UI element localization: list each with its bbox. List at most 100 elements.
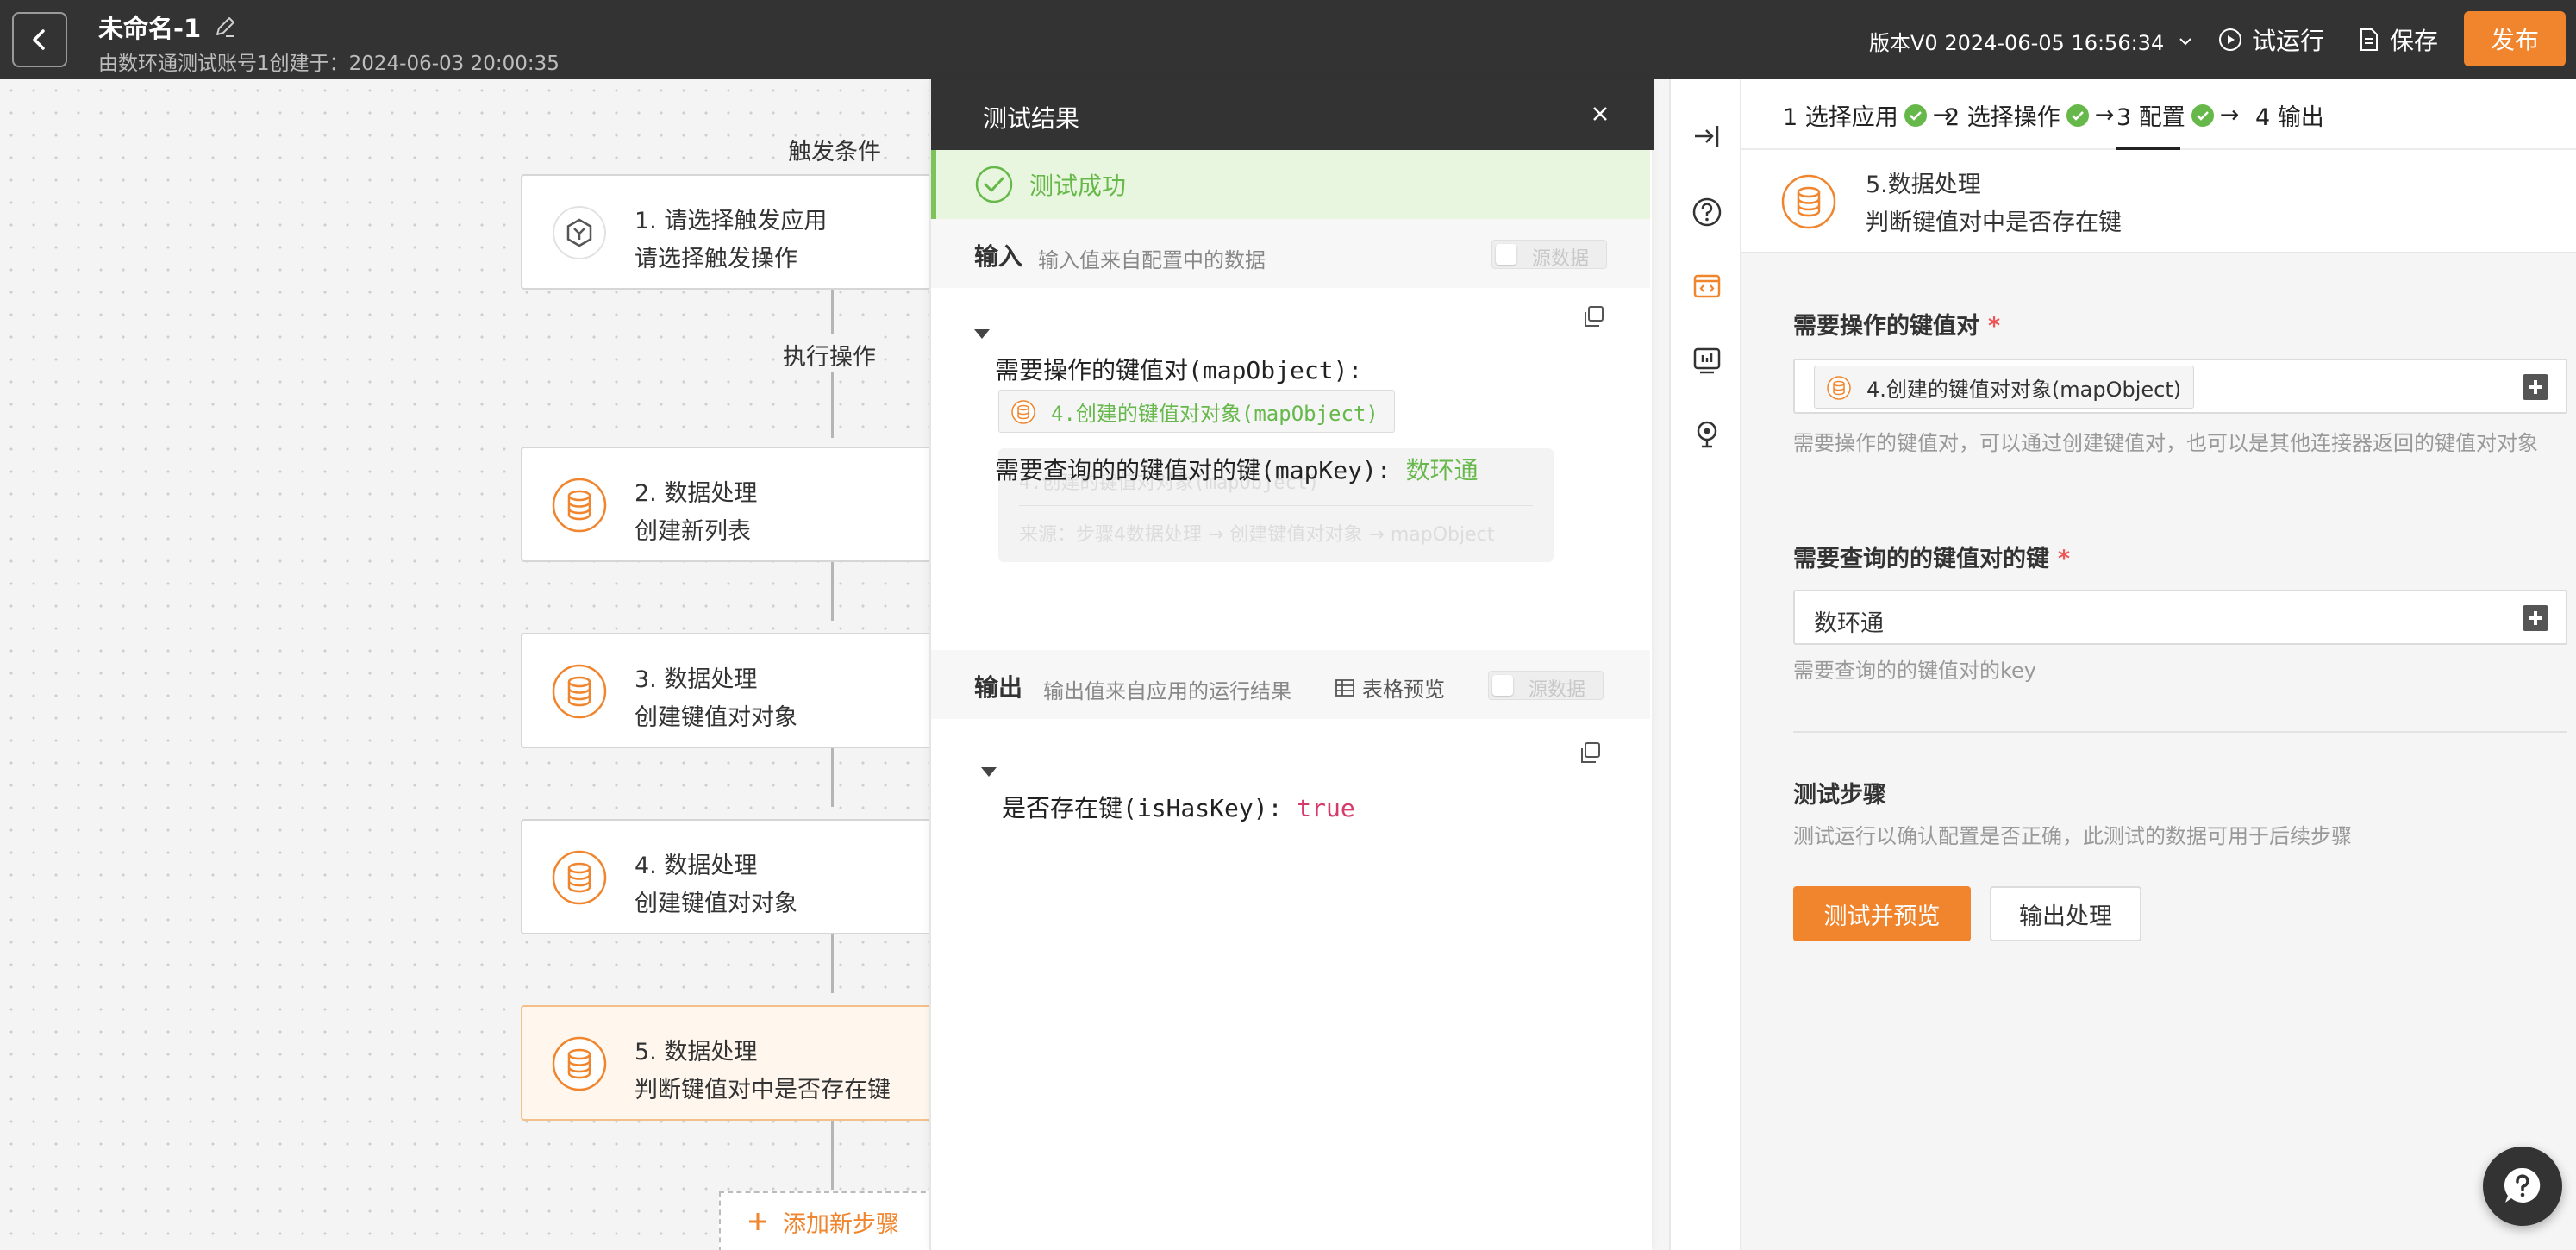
input-title: 输入	[974, 242, 1023, 271]
node-title: 1. 请选择触发应用	[635, 208, 828, 234]
chevron-down-icon	[2179, 37, 2191, 45]
chip-label: 4.创建的键值对对象(mapObject)	[1866, 377, 2182, 402]
node-subtitle: 判断键值对中是否存在键	[635, 1077, 891, 1103]
node-title: 4. 数据处理	[635, 853, 758, 879]
question-bubble-icon	[2504, 1167, 2541, 1203]
output-title: 输出	[974, 673, 1023, 702]
step-output[interactable]: 4 输出	[2255, 98, 2324, 132]
flow-node-5[interactable]: 5. 数据处理 判断键值对中是否存在键	[521, 1005, 935, 1121]
success-text: 测试成功	[1029, 172, 1127, 200]
database-icon	[552, 478, 607, 533]
step-select-action[interactable]: 2 选择操作 →	[1945, 98, 2114, 132]
step-label: 3 配置	[2116, 104, 2185, 131]
plus-icon	[749, 1213, 766, 1230]
check-circle-icon	[2191, 103, 2214, 127]
add-step-label: 添加新步骤	[783, 1210, 899, 1238]
test-result-panel: 测试结果 测试成功 输入 输入值来自配置中的数据 源数据 需要操作的键值对(ma…	[929, 79, 1654, 1250]
help-circle-icon[interactable]	[1690, 195, 1724, 229]
output-processing-button[interactable]: 输出处理	[1990, 886, 2141, 941]
tooltip-source: 来源：步骤4数据处理 → 创建键值对对象 → mapObject	[1019, 524, 1495, 546]
required-marker: *	[2058, 546, 2071, 572]
add-step-button[interactable]: 添加新步骤	[719, 1191, 935, 1250]
node-subtitle: 创建新列表	[635, 518, 751, 545]
flow-node-1[interactable]: 1. 请选择触发应用 请选择触发操作	[521, 174, 935, 290]
save-label: 保存	[2390, 27, 2439, 55]
database-icon	[552, 664, 607, 719]
chevron-left-icon	[33, 29, 45, 50]
mapkey-value: 数环通	[1405, 456, 1479, 484]
close-icon[interactable]	[1586, 100, 1614, 128]
output-raw-data-toggle[interactable]: 源数据	[1488, 671, 1604, 701]
edit-icon[interactable]	[212, 14, 238, 40]
node-title: 5. 数据处理	[635, 1039, 758, 1066]
database-icon	[552, 1036, 607, 1091]
field2-label: 需要查询的的键值对的键 *	[1793, 540, 2070, 573]
panel-title: 测试结果	[983, 104, 1080, 133]
table-preview-button[interactable]: 表格预览	[1335, 672, 1445, 703]
copy-icon[interactable]	[1581, 303, 1607, 329]
step-select-app[interactable]: 1 选择应用 →	[1783, 98, 1952, 132]
collapse-toggle-icon[interactable]	[981, 767, 997, 777]
connector-line	[831, 934, 834, 993]
node-subtitle: 请选择触发操作	[635, 246, 797, 272]
table-icon	[1335, 678, 1354, 697]
section-divider	[1793, 731, 2567, 733]
collapse-toggle-icon[interactable]	[974, 329, 990, 339]
node-title: 3. 数据处理	[635, 666, 758, 693]
test-and-preview-button[interactable]: 测试并预览	[1793, 886, 1971, 941]
mapkey-input-value: 数环通	[1814, 610, 1884, 637]
trigger-label: 触发条件	[788, 139, 881, 166]
insert-variable-button[interactable]	[2523, 605, 2548, 631]
code-config-icon[interactable]	[1690, 269, 1724, 303]
trial-run-button[interactable]: 试运行	[2217, 22, 2324, 57]
document-icon	[2360, 28, 2378, 51]
test-section-title: 测试步骤	[1793, 782, 1886, 809]
location-pin-icon[interactable]	[1690, 417, 1724, 452]
config-steps: 1 选择应用 → 2 选择操作 → 3 配置 → 4 输出	[1741, 79, 2576, 150]
flow-node-4[interactable]: 4. 数据处理 创建键值对对象	[521, 819, 935, 934]
input-raw-data-toggle[interactable]: 源数据	[1491, 240, 1607, 270]
flow-canvas[interactable]: 触发条件 执行操作 1. 请选择触发应用 请选择触发操作 2. 数据处理 创建新…	[0, 79, 935, 1250]
step-label: 1 选择应用	[1783, 104, 1898, 131]
database-icon	[1011, 400, 1035, 424]
check-circle-icon	[975, 166, 1013, 203]
field1-help: 需要操作的键值对，可以通过创建键值对，也可以是其他连接器返回的键值对对象	[1793, 431, 2538, 455]
top-bar: 未命名-1 由数环通测试账号1创建于：2024-06-03 20:00:35 版…	[0, 0, 2576, 79]
copy-icon[interactable]	[1578, 740, 1604, 766]
collapse-panel-icon[interactable]	[1690, 119, 1724, 153]
mapkey-label: 需要查询的的键值对的键(mapKey):	[995, 456, 1391, 484]
play-circle-icon	[2219, 28, 2241, 51]
version-selector[interactable]: 版本V0 2024-06-05 16:56:34	[1869, 26, 2195, 56]
selected-node-summary: 5.数据处理 判断键值对中是否存在键	[1741, 150, 2576, 253]
table-preview-label: 表格预览	[1362, 678, 1445, 702]
toggle-knob	[1496, 244, 1516, 265]
side-icon-bar	[1669, 79, 1741, 1250]
mapobject-ref-chip[interactable]: 4.创建的键值对对象(mapObject)	[1814, 366, 2195, 409]
mapobject-input[interactable]: 4.创建的键值对对象(mapObject)	[1793, 359, 2567, 414]
save-button[interactable]: 保存	[2357, 22, 2438, 57]
back-button[interactable]	[12, 12, 67, 67]
flow-node-2[interactable]: 2. 数据处理 创建新列表	[521, 447, 935, 562]
output-desc: 输出值来自应用的运行结果	[1043, 679, 1291, 703]
mapkey-input[interactable]: 数环通	[1793, 590, 2567, 645]
step-config[interactable]: 3 配置 →	[2116, 98, 2239, 132]
flow-node-3[interactable]: 3. 数据处理 创建键值对对象	[521, 633, 935, 748]
toggle-label: 源数据	[1529, 679, 1586, 701]
hexagon-app-icon	[553, 206, 606, 259]
config-panel: 1 选择应用 → 2 选择操作 → 3 配置 → 4 输出 5.数据处理 判断键…	[1741, 79, 2576, 1250]
trial-run-label: 试运行	[2252, 27, 2325, 55]
success-banner: 测试成功	[931, 150, 1650, 219]
help-chat-button[interactable]	[2483, 1147, 2562, 1226]
panel-header: 测试结果	[931, 79, 1654, 150]
input-key-mapkey: 需要查询的的键值对的键(mapKey): 数环通	[995, 452, 1479, 486]
toggle-label: 源数据	[1532, 248, 1590, 270]
action-label: 执行操作	[783, 334, 876, 375]
stats-icon[interactable]	[1690, 343, 1724, 378]
publish-button[interactable]: 发布	[2464, 11, 2566, 66]
input-section-header: 输入 输入值来自配置中的数据 源数据	[931, 219, 1650, 288]
node-subtitle: 判断键值对中是否存在键	[1866, 209, 2122, 236]
node-subtitle: 创建键值对对象	[635, 891, 797, 917]
output-ishaskey: 是否存在键(isHasKey): true	[1002, 790, 1355, 824]
ishaskey-label: 是否存在键(isHasKey):	[1002, 794, 1283, 822]
insert-variable-button[interactable]	[2523, 374, 2548, 400]
